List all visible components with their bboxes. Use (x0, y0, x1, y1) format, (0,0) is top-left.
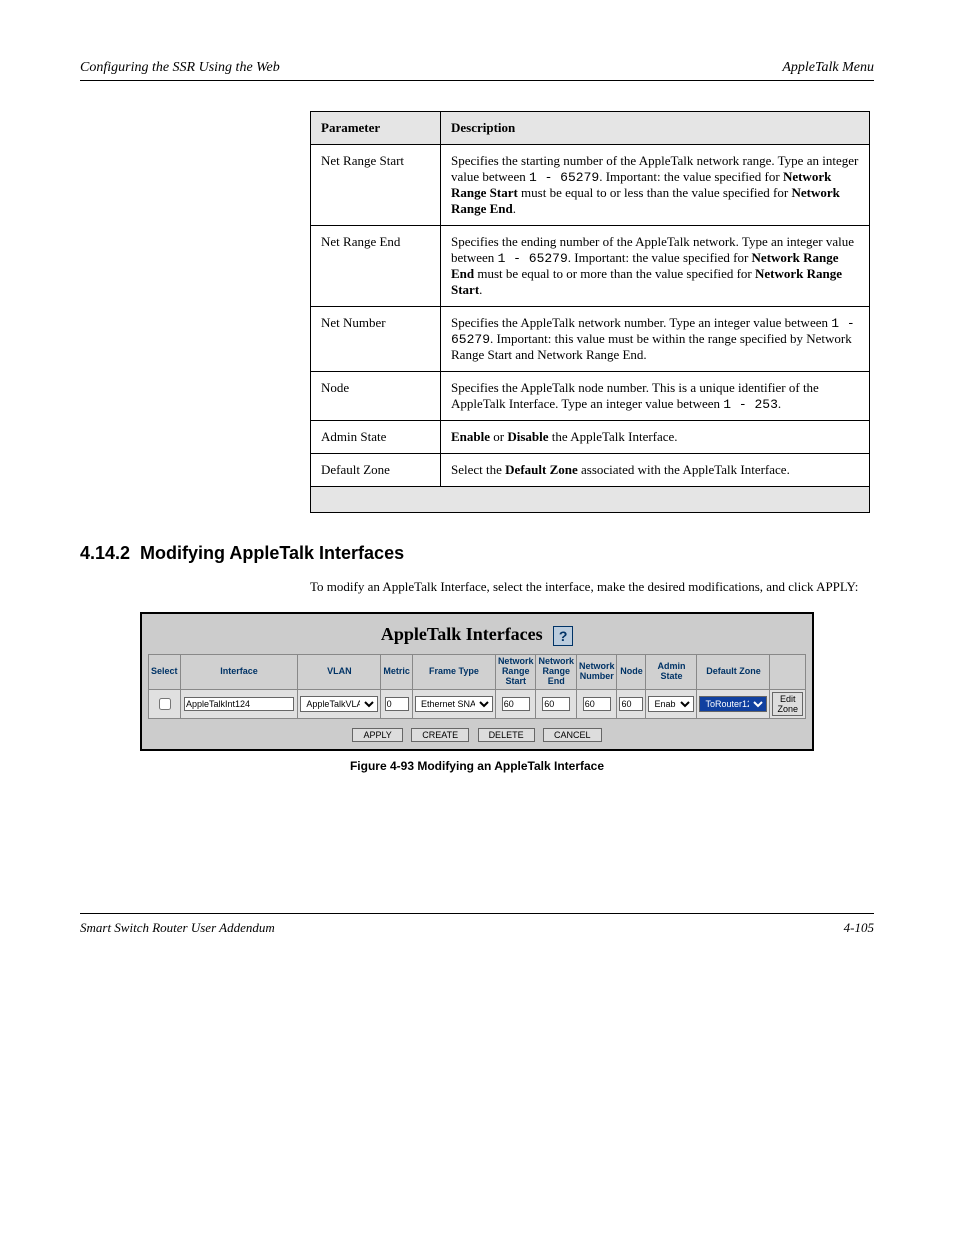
desc-cell: Specifies the AppleTalk network number. … (441, 307, 870, 372)
footer-rule (80, 913, 874, 914)
desc-cell: Specifies the AppleTalk node number. Thi… (441, 372, 870, 421)
defs-body: Net Range Start Specifies the starting n… (311, 145, 870, 487)
defs-head-param: Parameter (311, 112, 441, 145)
param-cell: Admin State (311, 421, 441, 454)
cancel-button[interactable]: CANCEL (543, 728, 602, 742)
footer-right: 4-105 (844, 920, 874, 936)
col-editzone (770, 655, 806, 690)
table-row: Net Range Start Specifies the starting n… (311, 145, 870, 226)
metric-field[interactable] (385, 697, 409, 711)
help-icon[interactable]: ? (553, 626, 573, 646)
table-row: Net Range End Specifies the ending numbe… (311, 226, 870, 307)
editzone-button[interactable]: Edit Zone (772, 692, 803, 716)
section-number: 4.14.2 (80, 543, 130, 563)
defs-footer-spacer (311, 487, 870, 513)
col-select: Select (149, 655, 181, 690)
footer-left: Smart Switch Router User Addendum (80, 920, 275, 936)
create-button[interactable]: CREATE (411, 728, 469, 742)
col-dz: Default Zone (697, 655, 770, 690)
adminstate-select[interactable]: Enable (648, 696, 694, 712)
param-cell: Net Range End (311, 226, 441, 307)
defs-head-desc: Description (441, 112, 870, 145)
desc-cell: Specifies the starting number of the App… (441, 145, 870, 226)
section-heading: 4.14.2 Modifying AppleTalk Interfaces (80, 543, 874, 564)
table-row: Admin State Enable or Disable the AppleT… (311, 421, 870, 454)
table-row: Default Zone Select the Default Zone ass… (311, 454, 870, 487)
param-cell: Net Number (311, 307, 441, 372)
interfaces-grid: Select Interface VLAN Metric Frame Type … (148, 654, 806, 719)
table-row: Node Specifies the AppleTalk node number… (311, 372, 870, 421)
col-nn: Network Number (576, 655, 617, 690)
header-rule (80, 80, 874, 81)
desc-cell: Specifies the ending number of the Apple… (441, 226, 870, 307)
node-field[interactable] (619, 697, 643, 711)
window-title: AppleTalk Interfaces (381, 624, 543, 644)
param-cell: Default Zone (311, 454, 441, 487)
appletalk-interfaces-window: AppleTalk Interfaces ? Select Interface … (140, 612, 814, 751)
col-nre: Network Range End (536, 655, 577, 690)
vlan-select[interactable]: AppleTalkVLAN1 (300, 696, 378, 712)
desc-cell: Select the Default Zone associated with … (441, 454, 870, 487)
select-checkbox[interactable] (159, 698, 171, 710)
defaultzone-select[interactable]: ToRouter124 (699, 696, 767, 712)
header-left: Configuring the SSR Using the Web (80, 60, 280, 76)
parameters-table: Parameter Description Net Range Start Sp… (310, 111, 870, 513)
nre-field[interactable] (542, 697, 570, 711)
col-frametype: Frame Type (412, 655, 495, 690)
frametype-select[interactable]: Ethernet SNAP (415, 696, 493, 712)
page-header: Configuring the SSR Using the Web AppleT… (80, 60, 874, 76)
col-metric: Metric (381, 655, 413, 690)
interface-field[interactable] (184, 697, 294, 711)
table-row: AppleTalkVLAN1 Ethernet SNAP Enable ToRo… (149, 689, 806, 718)
nrs-field[interactable] (502, 697, 530, 711)
nn-field[interactable] (583, 697, 611, 711)
col-vlan: VLAN (298, 655, 381, 690)
section-para: To modify an AppleTalk Interface, select… (310, 578, 870, 596)
page-footer: Smart Switch Router User Addendum 4-105 (80, 920, 874, 936)
col-nrs: Network Range Start (495, 655, 536, 690)
apply-button[interactable]: APPLY (352, 728, 402, 742)
figure-caption: Figure 4-93 Modifying an AppleTalk Inter… (140, 759, 814, 773)
param-cell: Net Range Start (311, 145, 441, 226)
param-cell: Node (311, 372, 441, 421)
desc-cell: Enable or Disable the AppleTalk Interfac… (441, 421, 870, 454)
section-title: Modifying AppleTalk Interfaces (140, 543, 404, 563)
col-node: Node (617, 655, 646, 690)
col-interface: Interface (180, 655, 298, 690)
col-admin: Admin State (646, 655, 697, 690)
window-title-bar: AppleTalk Interfaces ? (148, 624, 806, 646)
table-row: Net Number Specifies the AppleTalk netwo… (311, 307, 870, 372)
header-right: AppleTalk Menu (782, 60, 874, 76)
delete-button[interactable]: DELETE (478, 728, 535, 742)
window-button-row: APPLY CREATE DELETE CANCEL (148, 725, 806, 743)
